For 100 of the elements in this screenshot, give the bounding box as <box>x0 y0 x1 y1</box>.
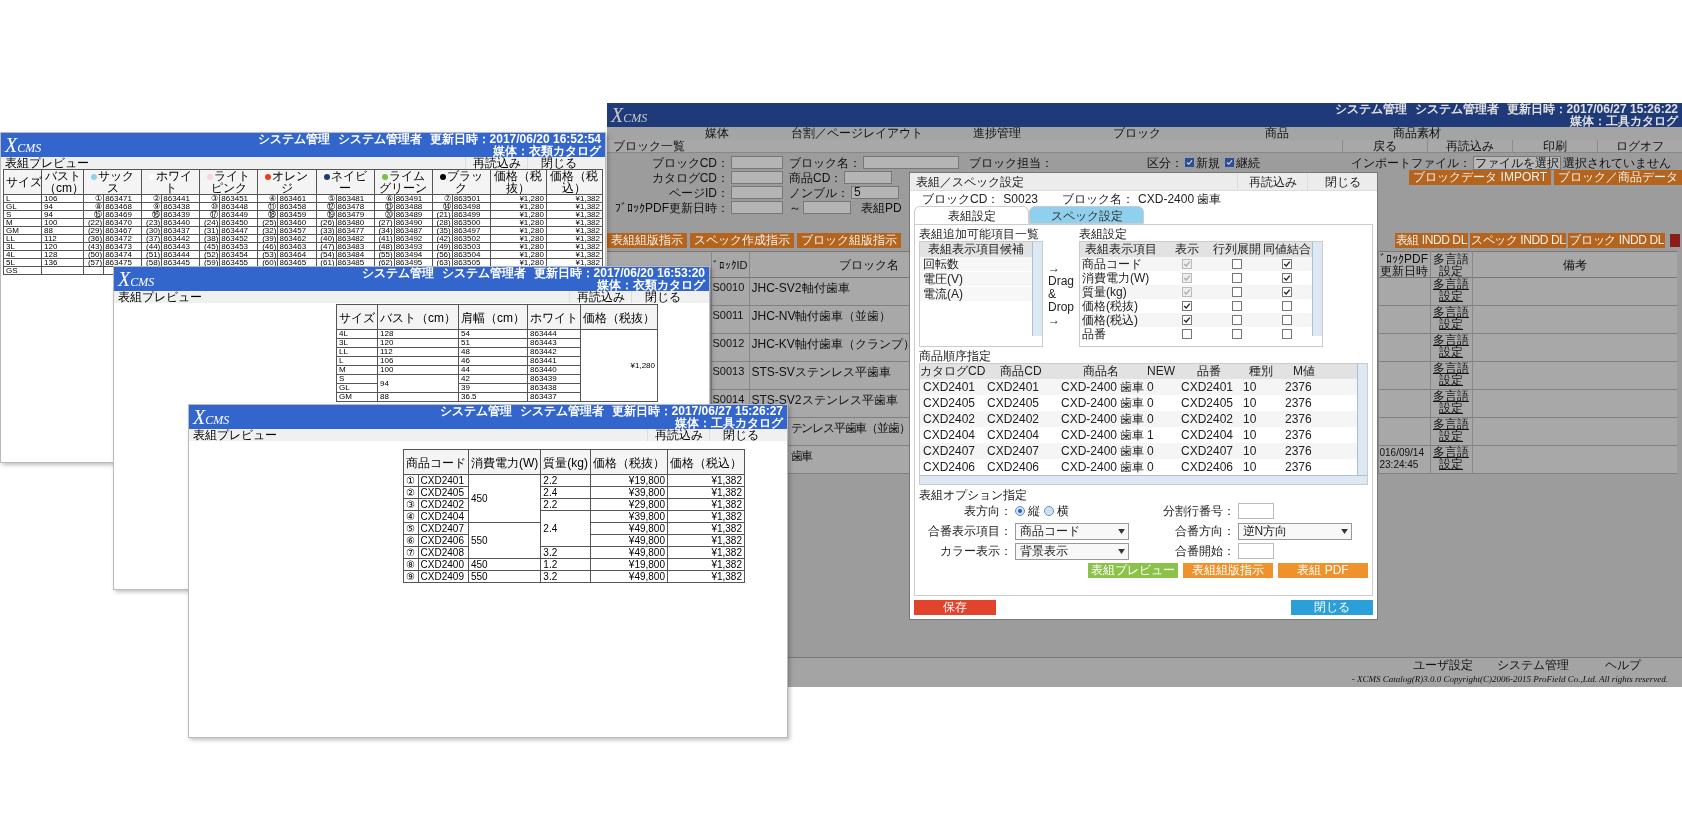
language-link[interactable]: 多言語設定 <box>1432 306 1470 330</box>
table-cell-text: (30) <box>145 227 161 234</box>
input-field[interactable]: 5 <box>851 186 899 199</box>
column-header: 価格（税込） <box>550 169 599 195</box>
checkbox[interactable] <box>1282 301 1292 311</box>
language-link[interactable]: 多言語設定 <box>1432 278 1470 302</box>
input-field[interactable] <box>731 156 783 169</box>
grid-cell-text: 0 <box>1146 379 1155 396</box>
toolbar-button[interactable]: 再読込み <box>569 291 631 303</box>
checkbox[interactable] <box>1282 329 1292 339</box>
page-button[interactable]: 再読込み <box>1427 139 1512 153</box>
footer-link[interactable]: ヘルプ <box>1578 658 1668 673</box>
info-label: ブロック名： <box>1062 190 1135 208</box>
input-field[interactable] <box>803 201 851 214</box>
table-cell-text: ¥1,382 <box>574 251 600 258</box>
table-cell-text: (56) <box>435 251 451 258</box>
scrollbar[interactable] <box>1032 242 1042 336</box>
table-cell-text: 863450 <box>221 219 250 226</box>
checkbox[interactable] <box>1232 329 1242 339</box>
toolbar-button[interactable]: 閉じる <box>709 429 771 441</box>
scrollbar[interactable] <box>1312 242 1322 336</box>
input-field[interactable] <box>731 171 783 184</box>
menu-item[interactable]: 商品素材 <box>1347 127 1487 140</box>
table-cell-text: ⑱ <box>267 211 277 218</box>
input-field[interactable] <box>844 171 893 184</box>
radio-button[interactable] <box>1015 506 1025 516</box>
checkbox[interactable] <box>1185 158 1194 167</box>
language-link[interactable]: 多言語設定 <box>1432 390 1470 414</box>
save-button[interactable]: 保存 <box>914 600 996 615</box>
menu-item[interactable]: ブロック <box>1067 127 1207 140</box>
select-field[interactable]: 背景表示 <box>1015 542 1129 560</box>
action-button[interactable]: スペック作成指示 <box>690 233 794 248</box>
table-cell-text: 863468 <box>105 203 133 210</box>
file-button[interactable]: ファイルを選択 <box>1473 155 1561 170</box>
column-header: ブラック <box>446 169 483 195</box>
dialog-header-button[interactable]: 再読込み <box>1237 172 1307 191</box>
table-cell-text: 863448 <box>221 203 250 210</box>
table-cell-text: ¥1,382 <box>574 227 600 234</box>
page-button[interactable]: 戻る <box>1342 139 1427 153</box>
input-field[interactable] <box>863 156 959 169</box>
grid-cell-text: CXD2406 <box>1180 459 1235 476</box>
footer-link[interactable]: システム管理 <box>1488 658 1578 673</box>
checkbox[interactable] <box>1232 259 1242 269</box>
footer-link[interactable]: ユーザ設定 <box>1398 658 1488 673</box>
section-title: 表組設定 <box>1079 227 1128 241</box>
action-button[interactable]: 表組 INDD DL <box>1394 233 1468 248</box>
horizontal-scrollbar[interactable] <box>920 475 1367 484</box>
input-field[interactable] <box>1237 543 1274 559</box>
checkbox[interactable] <box>1232 273 1242 283</box>
select-field[interactable]: 逆N方向 <box>1237 522 1352 540</box>
table-cell: S <box>339 374 345 383</box>
radio-button[interactable] <box>1044 506 1054 516</box>
checkbox[interactable] <box>1232 301 1242 311</box>
menu-item[interactable]: 台割／ページレイアウト <box>787 127 927 140</box>
input-field[interactable] <box>731 201 783 214</box>
import-button[interactable]: ブロック／商品データ <box>1554 170 1682 185</box>
action-button[interactable]: スペック INDD DL <box>1469 233 1567 248</box>
grid-cell-text: 10 <box>1242 459 1258 476</box>
tab[interactable]: スペック設定 <box>1029 206 1144 224</box>
checkbox[interactable] <box>1282 273 1292 283</box>
action-button[interactable]: 表組組版指示 <box>607 233 687 248</box>
list-item[interactable]: 電圧(V) <box>920 272 1032 287</box>
menu-item[interactable]: 商品 <box>1207 127 1347 140</box>
page-button[interactable]: 印刷 <box>1512 139 1597 153</box>
import-button[interactable]: ブロックデータ IMPORT <box>1409 170 1551 185</box>
toolbar-button[interactable]: 再読込み <box>465 157 527 169</box>
menu-item[interactable]: 媒体 <box>647 127 787 140</box>
info-label: ブロックCD： <box>922 190 1000 208</box>
language-link[interactable]: 多言語設定 <box>1432 362 1470 386</box>
checkbox[interactable] <box>1225 158 1234 167</box>
input-field[interactable] <box>731 186 783 199</box>
toolbar-button[interactable]: 閉じる <box>527 157 589 169</box>
dialog-header-button[interactable]: 閉じる <box>1307 172 1377 191</box>
table-cell: CXD2409 <box>420 571 464 582</box>
select-field[interactable]: 商品コード <box>1015 522 1129 540</box>
table-cell: ¥1,280 <box>630 360 655 370</box>
action-button[interactable]: ブロック組版指示 <box>797 233 901 248</box>
checkbox[interactable] <box>1232 287 1242 297</box>
scrollbar[interactable] <box>1357 364 1367 475</box>
block-id: S0012 <box>712 337 745 349</box>
checkbox[interactable] <box>1182 301 1192 311</box>
language-link[interactable]: 多言語設定 <box>1432 446 1470 470</box>
menu-item[interactable]: 進捗管理 <box>927 127 1067 140</box>
checkbox[interactable] <box>1282 287 1292 297</box>
tab[interactable]: 表組設定 <box>914 206 1029 224</box>
language-link[interactable]: 多言語設定 <box>1432 334 1470 358</box>
toolbar-button[interactable]: 閉じる <box>631 291 693 303</box>
grid-cell-text: CXD2406 <box>986 459 1041 476</box>
checkbox[interactable] <box>1182 329 1192 339</box>
action-button[interactable]: ブロック INDD DL <box>1568 233 1665 248</box>
checkbox[interactable] <box>1282 315 1292 325</box>
language-link[interactable]: 多言語設定 <box>1432 418 1470 442</box>
list-item[interactable]: 回転数 <box>920 257 1032 272</box>
checkbox[interactable] <box>1182 315 1192 325</box>
checkbox[interactable] <box>1232 315 1242 325</box>
input-field[interactable] <box>1237 503 1274 519</box>
page-button[interactable]: ログオフ <box>1597 139 1682 153</box>
checkbox[interactable] <box>1282 259 1292 269</box>
toolbar-button[interactable]: 再読込み <box>647 429 709 441</box>
list-item[interactable]: 電流(A) <box>920 287 1032 302</box>
